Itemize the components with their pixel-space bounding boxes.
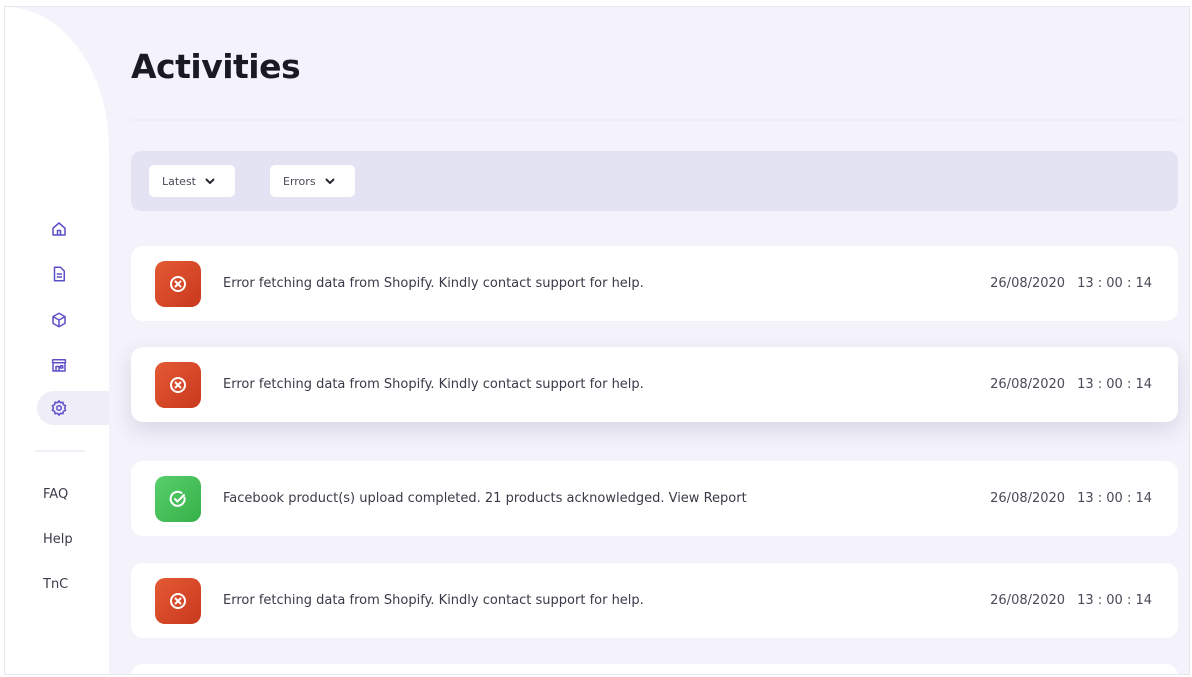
nav-documents[interactable] (41, 257, 109, 291)
nav-store[interactable] (41, 348, 109, 382)
sort-dropdown[interactable]: Latest (149, 165, 235, 197)
activity-date: 26/08/2020 (990, 491, 1066, 506)
success-status-badge (155, 475, 201, 522)
nav-home[interactable] (41, 212, 109, 246)
nav-products[interactable] (41, 303, 109, 337)
activity-timestamp: 26/08/2020 13 : 00 : 14 (990, 593, 1152, 608)
sort-dropdown-label: Latest (162, 174, 196, 188)
activity-row[interactable] (131, 664, 1178, 674)
activity-row[interactable]: Error fetching data from Shopify. Kindly… (131, 563, 1178, 638)
chevron-down-icon (205, 178, 215, 184)
faq-link[interactable]: FAQ (43, 487, 68, 502)
activity-row[interactable]: Error fetching data from Shopify. Kindly… (131, 246, 1178, 321)
error-x-icon (170, 376, 186, 393)
activity-time: 13 : 00 : 14 (1077, 593, 1152, 608)
activity-time: 13 : 00 : 14 (1077, 377, 1152, 392)
home-icon (52, 222, 66, 236)
error-status-badge (155, 260, 201, 307)
filter-bar: Latest Errors (131, 151, 1178, 211)
document-icon (53, 266, 65, 282)
nav-settings[interactable] (37, 391, 109, 425)
tnc-link[interactable]: TnC (43, 577, 68, 592)
check-circle-icon (169, 490, 186, 507)
activity-date: 26/08/2020 (990, 276, 1066, 291)
activity-message: Error fetching data from Shopify. Kindly… (223, 377, 644, 392)
gear-icon (51, 400, 67, 416)
error-x-icon (170, 275, 186, 292)
activity-message: Error fetching data from Shopify. Kindly… (223, 276, 644, 291)
activity-date: 26/08/2020 (990, 593, 1066, 608)
activity-row[interactable]: Facebook product(s) upload completed. 21… (131, 461, 1178, 536)
activity-timestamp: 26/08/2020 13 : 00 : 14 (990, 377, 1152, 392)
page-title: Activities (131, 47, 301, 86)
cube-icon (52, 312, 66, 328)
type-dropdown[interactable]: Errors (270, 165, 355, 197)
error-status-badge (155, 577, 201, 624)
store-icon (51, 359, 67, 372)
error-x-icon (170, 592, 186, 609)
chevron-down-icon (325, 178, 335, 184)
activity-time: 13 : 00 : 14 (1077, 276, 1152, 291)
error-status-badge (155, 361, 201, 408)
activity-time: 13 : 00 : 14 (1077, 491, 1152, 506)
activity-message: Error fetching data from Shopify. Kindly… (223, 593, 644, 608)
app-window: FAQ Help TnC Activities Latest Errors Er… (4, 6, 1190, 675)
activity-timestamp: 26/08/2020 13 : 00 : 14 (990, 491, 1152, 506)
header-divider (131, 119, 1181, 121)
type-dropdown-label: Errors (283, 174, 316, 188)
sidebar-divider (35, 450, 85, 452)
activity-message: Facebook product(s) upload completed. 21… (223, 491, 747, 506)
activity-date: 26/08/2020 (990, 377, 1066, 392)
activity-timestamp: 26/08/2020 13 : 00 : 14 (990, 276, 1152, 291)
help-link[interactable]: Help (43, 532, 73, 547)
activity-row[interactable]: Error fetching data from Shopify. Kindly… (131, 347, 1178, 422)
sidebar: FAQ Help TnC (5, 7, 109, 674)
